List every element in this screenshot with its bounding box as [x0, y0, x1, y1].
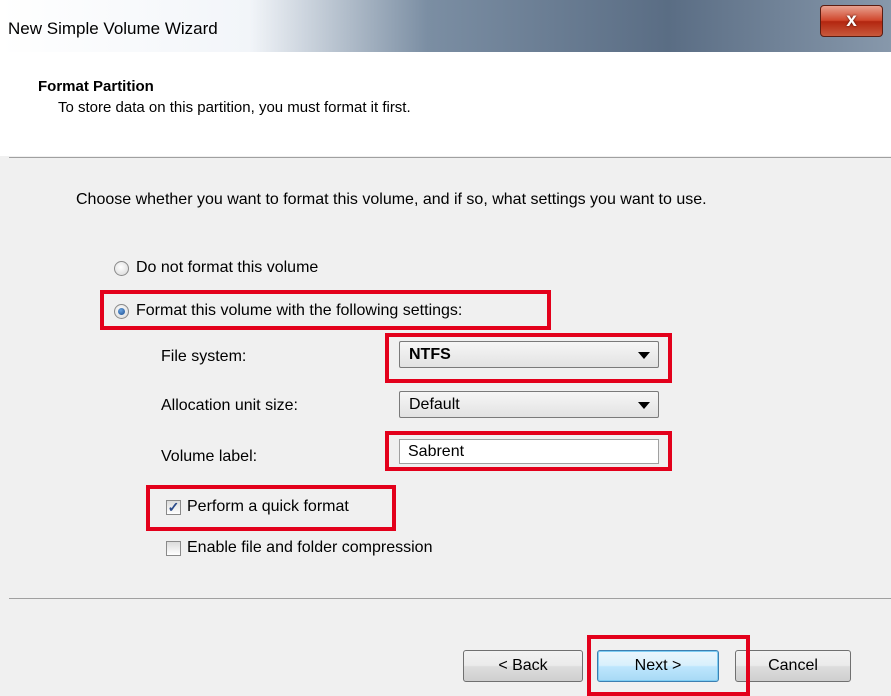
dropdown-arrow-icon [638, 352, 650, 359]
close-icon: x [846, 10, 857, 31]
file-system-dropdown[interactable]: NTFS [399, 341, 659, 368]
quick-format-label[interactable]: Perform a quick format [187, 498, 349, 516]
back-button[interactable]: < Back [463, 650, 583, 682]
volume-label-label: Volume label: [161, 448, 258, 465]
wizard-header: Format Partition To store data on this p… [0, 52, 891, 156]
dropdown-arrow-icon [638, 402, 650, 409]
window-title: New Simple Volume Wizard [8, 19, 218, 38]
page-subtitle: To store data on this partition, you mus… [58, 99, 411, 116]
radio-format-volume-label[interactable]: Format this volume with the following se… [136, 302, 462, 320]
compression-checkbox[interactable] [166, 541, 181, 556]
page-title: Format Partition [38, 78, 154, 95]
title-bar: New Simple Volume Wizard x [0, 0, 891, 52]
close-button[interactable]: x [820, 5, 883, 37]
radio-format-volume[interactable] [114, 304, 129, 319]
compression-label[interactable]: Enable file and folder compression [187, 539, 432, 557]
next-button[interactable]: Next > [597, 650, 719, 682]
file-system-label: File system: [161, 348, 247, 365]
radio-do-not-format[interactable] [114, 261, 129, 276]
quick-format-checkbox[interactable]: ✓ [166, 500, 181, 515]
wizard-content: Choose whether you want to format this v… [9, 157, 891, 599]
radio-do-not-format-label[interactable]: Do not format this volume [136, 259, 318, 277]
file-system-value: NTFS [409, 346, 451, 363]
volume-label-value: Sabrent [408, 443, 465, 460]
allocation-unit-size-label: Allocation unit size: [161, 397, 298, 414]
instruction-text: Choose whether you want to format this v… [76, 191, 707, 208]
cancel-button[interactable]: Cancel [735, 650, 851, 682]
volume-label-input[interactable]: Sabrent [399, 439, 659, 464]
allocation-unit-size-dropdown[interactable]: Default [399, 391, 659, 418]
allocation-unit-size-value: Default [409, 396, 460, 413]
radio-dot-icon [118, 308, 125, 315]
checkmark-icon: ✓ [167, 499, 180, 515]
